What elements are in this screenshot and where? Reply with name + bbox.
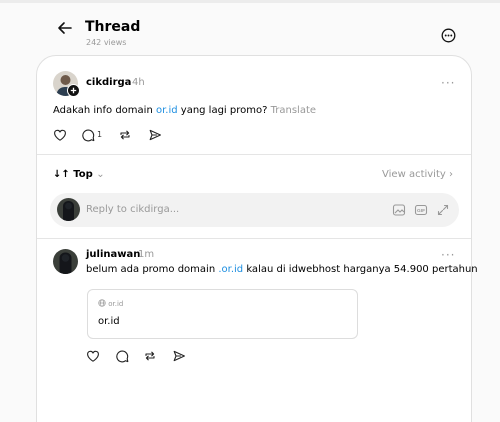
- page-title: Thread: [85, 19, 141, 35]
- reply-input[interactable]: Reply to cikdirga...: [86, 204, 179, 216]
- reply-time: 1m: [138, 249, 155, 260]
- thread-header: Thread 242 views: [0, 0, 500, 56]
- avatar[interactable]: [53, 249, 78, 274]
- repost-icon[interactable]: [118, 128, 132, 142]
- repost-icon[interactable]: [143, 349, 157, 363]
- post-text: Adakah info domain or.id yang lagi promo…: [53, 105, 316, 117]
- more-circle-icon[interactable]: [441, 28, 456, 43]
- sort-dropdown[interactable]: ↓↑ Top ⌄: [53, 169, 105, 181]
- reply-text-start: belum ada promo domain: [86, 264, 219, 275]
- follow-plus-icon[interactable]: [67, 84, 80, 97]
- thread-card: cikdirga 4h ··· Adakah info domain or.id…: [36, 55, 478, 422]
- back-arrow-icon[interactable]: [55, 18, 75, 38]
- reply-box[interactable]: Reply to cikdirga... GIF: [50, 193, 459, 227]
- avatar: [57, 198, 80, 221]
- post-text-start: Adakah info domain: [53, 105, 156, 116]
- divider: [37, 238, 471, 239]
- image-icon[interactable]: [392, 203, 406, 217]
- preview-domain-text: or.id: [108, 300, 124, 308]
- reply-link[interactable]: .or.id: [218, 264, 243, 275]
- expand-icon[interactable]: [436, 203, 450, 217]
- comment-icon[interactable]: [81, 128, 95, 142]
- translate-link[interactable]: Translate: [271, 105, 316, 116]
- like-icon[interactable]: [53, 128, 67, 142]
- svg-text:GIF: GIF: [417, 208, 425, 214]
- send-icon[interactable]: [172, 349, 186, 363]
- reply-count: 1: [97, 130, 103, 139]
- sort-label: Top: [73, 169, 93, 180]
- post-text-end: yang lagi promo?: [177, 105, 268, 116]
- reply-username[interactable]: julinawan: [86, 249, 140, 261]
- view-activity-link[interactable]: View activity ›: [382, 169, 453, 181]
- post-time: 4h: [132, 77, 145, 88]
- comment-icon[interactable]: [115, 349, 129, 363]
- sort-arrows-icon: ↓↑: [53, 169, 70, 180]
- reply-more-icon[interactable]: ···: [441, 249, 455, 261]
- reply-text-end: kalau di idwebhost harganya 54.900 perta…: [243, 264, 478, 275]
- preview-title: or.id: [98, 316, 120, 327]
- chevron-down-icon: ⌄: [96, 169, 105, 180]
- divider: [37, 154, 471, 155]
- like-icon[interactable]: [86, 349, 100, 363]
- preview-domain: or.id: [98, 299, 123, 309]
- view-count: 242 views: [86, 38, 127, 47]
- send-icon[interactable]: [148, 128, 162, 142]
- post-username[interactable]: cikdirga: [86, 77, 131, 89]
- view-activity-label: View activity: [382, 169, 446, 180]
- link-preview-card[interactable]: or.id or.id: [87, 289, 358, 339]
- post-link[interactable]: or.id: [156, 105, 178, 116]
- globe-icon: [98, 299, 106, 307]
- chevron-right-icon: ›: [449, 169, 453, 180]
- post-more-icon[interactable]: ···: [441, 77, 455, 89]
- reply-text: belum ada promo domain .or.id kalau di i…: [86, 264, 478, 276]
- gif-icon[interactable]: GIF: [414, 203, 428, 217]
